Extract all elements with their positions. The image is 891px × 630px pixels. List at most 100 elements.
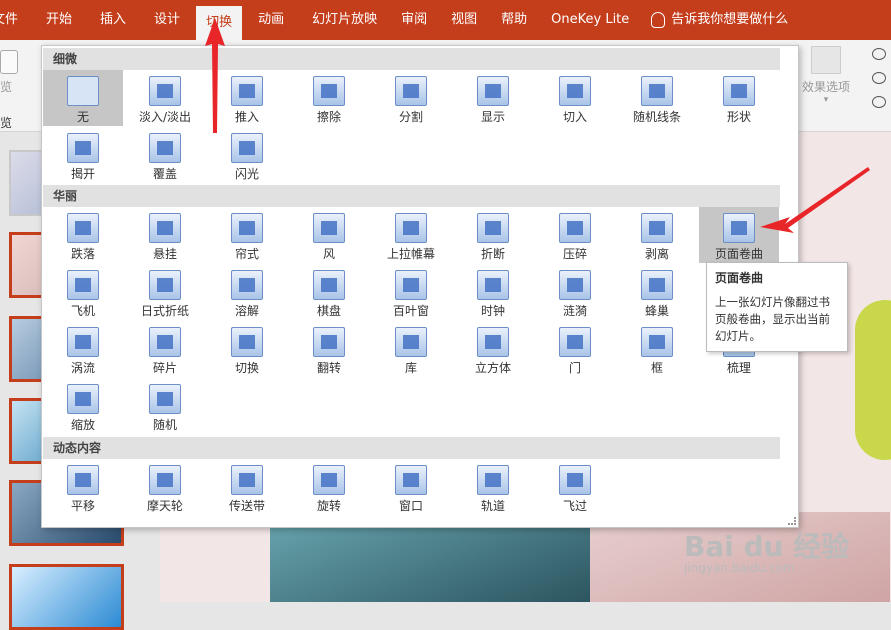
section-exciting: 华丽: [43, 185, 780, 207]
transition-exciting-11[interactable]: 溶解: [207, 264, 287, 320]
tab-home[interactable]: 开始: [38, 0, 80, 40]
transition-exciting-27[interactable]: 缩放: [43, 378, 123, 434]
transition-exciting-23[interactable]: 立方体: [453, 321, 533, 377]
transition-label: 门: [568, 361, 581, 375]
transition-exciting-7[interactable]: 剥离: [617, 207, 697, 263]
transition-exciting-5[interactable]: 折断: [453, 207, 533, 263]
apply-all-icon[interactable]: [872, 96, 886, 108]
tooltip-body: 上一张幻灯片像翻过书页般卷曲，显示出当前幻灯片。: [715, 295, 830, 343]
transition-subtle-7[interactable]: 随机线条: [617, 70, 697, 126]
transition-label: 立方体: [474, 361, 511, 375]
transition-subtle-4[interactable]: 分割: [371, 70, 451, 126]
transition-subtle-icon: [231, 76, 263, 106]
transition-exciting-15[interactable]: 涟漪: [535, 264, 615, 320]
transition-exciting-0[interactable]: 跌落: [43, 207, 123, 263]
transition-gallery: 细微 华丽 动态内容 无淡入/淡出 推入 擦除 分割 显示 切入 随机线条 形状 揭开 覆盖 闪光 …: [41, 45, 799, 528]
transition-subtle-icon: [723, 76, 755, 106]
transition-subtle-icon: [231, 133, 263, 163]
section-subtle: 细微: [43, 48, 780, 70]
tab-insert[interactable]: 插入: [92, 0, 134, 40]
transition-exciting-2[interactable]: 帘式: [207, 207, 287, 263]
transition-dynamic-4[interactable]: 窗口: [371, 459, 451, 515]
transition-exciting-16[interactable]: 蜂巢: [617, 264, 697, 320]
transition-subtle-3[interactable]: 擦除: [289, 70, 369, 126]
transition-label: 擦除: [316, 110, 341, 124]
transition-exciting-icon: [477, 213, 509, 243]
transition-label: 摩天轮: [146, 499, 183, 513]
tab-view[interactable]: 视图: [443, 0, 485, 40]
preview-icon[interactable]: [0, 50, 18, 74]
transition-exciting-24[interactable]: 门: [535, 321, 615, 377]
transition-exciting-13[interactable]: 百叶窗: [371, 264, 451, 320]
transition-exciting-icon: [67, 270, 99, 300]
transition-subtle-9[interactable]: 揭开: [43, 127, 123, 183]
tab-review[interactable]: 审阅: [393, 0, 435, 40]
clock-icon[interactable]: [872, 72, 886, 84]
transition-subtle-6[interactable]: 切入: [535, 70, 615, 126]
transition-exciting-9[interactable]: 飞机: [43, 264, 123, 320]
transition-subtle-10[interactable]: 覆盖: [125, 127, 205, 183]
lightbulb-icon: [651, 12, 666, 28]
transition-exciting-4[interactable]: 上拉帷幕: [371, 207, 451, 263]
red-arrow-up-icon: [205, 18, 225, 133]
transition-dynamic-5[interactable]: 轨道: [453, 459, 533, 515]
transition-exciting-icon: [477, 270, 509, 300]
transition-dynamic-3[interactable]: 旋转: [289, 459, 369, 515]
transition-subtle-icon: [149, 76, 181, 106]
watermark-brand: Bai du 经验: [684, 530, 850, 563]
effect-options-button[interactable]: 效果选项 ▾: [800, 46, 852, 105]
tell-me-search[interactable]: 告诉我你想要做什么: [671, 0, 796, 40]
transition-subtle-0[interactable]: 无: [43, 70, 123, 126]
transition-subtle-8[interactable]: 形状: [699, 70, 779, 126]
preview-label: 览: [0, 80, 13, 94]
transition-subtle-icon: [67, 76, 99, 106]
tab-animations[interactable]: 动画: [250, 0, 292, 40]
transition-exciting-12[interactable]: 棋盘: [289, 264, 369, 320]
tab-design[interactable]: 设计: [146, 0, 188, 40]
transition-exciting-20[interactable]: 切换: [207, 321, 287, 377]
transition-exciting-6[interactable]: 压碎: [535, 207, 615, 263]
transition-dynamic-6[interactable]: 飞过: [535, 459, 615, 515]
transition-exciting-28[interactable]: 随机: [125, 378, 205, 434]
transition-subtle-icon: [559, 76, 591, 106]
transition-label: 框: [650, 361, 663, 375]
tab-onekey-lite[interactable]: OneKey Lite: [543, 0, 637, 40]
transition-exciting-14[interactable]: 时钟: [453, 264, 533, 320]
transition-label: 淡入/淡出: [138, 110, 192, 124]
transition-exciting-10[interactable]: 日式折纸: [125, 264, 205, 320]
transition-exciting-icon: [395, 270, 427, 300]
effect-options-icon: [811, 46, 841, 74]
transition-dynamic-icon: [559, 465, 591, 495]
transition-exciting-3[interactable]: 风: [289, 207, 369, 263]
transition-dynamic-1[interactable]: 摩天轮: [125, 459, 205, 515]
transition-dynamic-icon: [477, 465, 509, 495]
transition-subtle-5[interactable]: 显示: [453, 70, 533, 126]
transition-exciting-icon: [313, 327, 345, 357]
transition-exciting-22[interactable]: 库: [371, 321, 451, 377]
transition-subtle-icon: [641, 76, 673, 106]
transition-exciting-25[interactable]: 框: [617, 321, 697, 377]
transition-subtle-1[interactable]: 淡入/淡出: [125, 70, 205, 126]
resize-grip-icon[interactable]: [788, 517, 796, 525]
transition-subtle-11[interactable]: 闪光: [207, 127, 287, 183]
transition-exciting-21[interactable]: 翻转: [289, 321, 369, 377]
transition-dynamic-0[interactable]: 平移: [43, 459, 123, 515]
transition-label: 显示: [480, 110, 505, 124]
slide-thumbnail-selected[interactable]: [9, 564, 124, 630]
transition-dynamic-2[interactable]: 传送带: [207, 459, 287, 515]
ribbon-tab-bar: 文件 开始 插入 设计 切换 动画 幻灯片放映 审阅 视图 帮助 OneKey …: [0, 0, 891, 40]
sound-icon[interactable]: [872, 48, 886, 60]
transition-exciting-18[interactable]: 涡流: [43, 321, 123, 377]
transition-exciting-icon: [231, 213, 263, 243]
tab-slideshow[interactable]: 幻灯片放映: [304, 0, 385, 40]
transition-label: 悬挂: [152, 247, 177, 261]
transition-exciting-1[interactable]: 悬挂: [125, 207, 205, 263]
transition-label: 切换: [234, 361, 259, 375]
transition-label: 飞机: [70, 304, 95, 318]
tab-file[interactable]: 文件: [0, 0, 26, 40]
transition-label: 窗口: [398, 499, 423, 513]
transition-label: 飞过: [562, 499, 587, 513]
effect-options-label: 效果选项: [801, 80, 850, 94]
transition-exciting-19[interactable]: 碎片: [125, 321, 205, 377]
tab-help[interactable]: 帮助: [493, 0, 535, 40]
